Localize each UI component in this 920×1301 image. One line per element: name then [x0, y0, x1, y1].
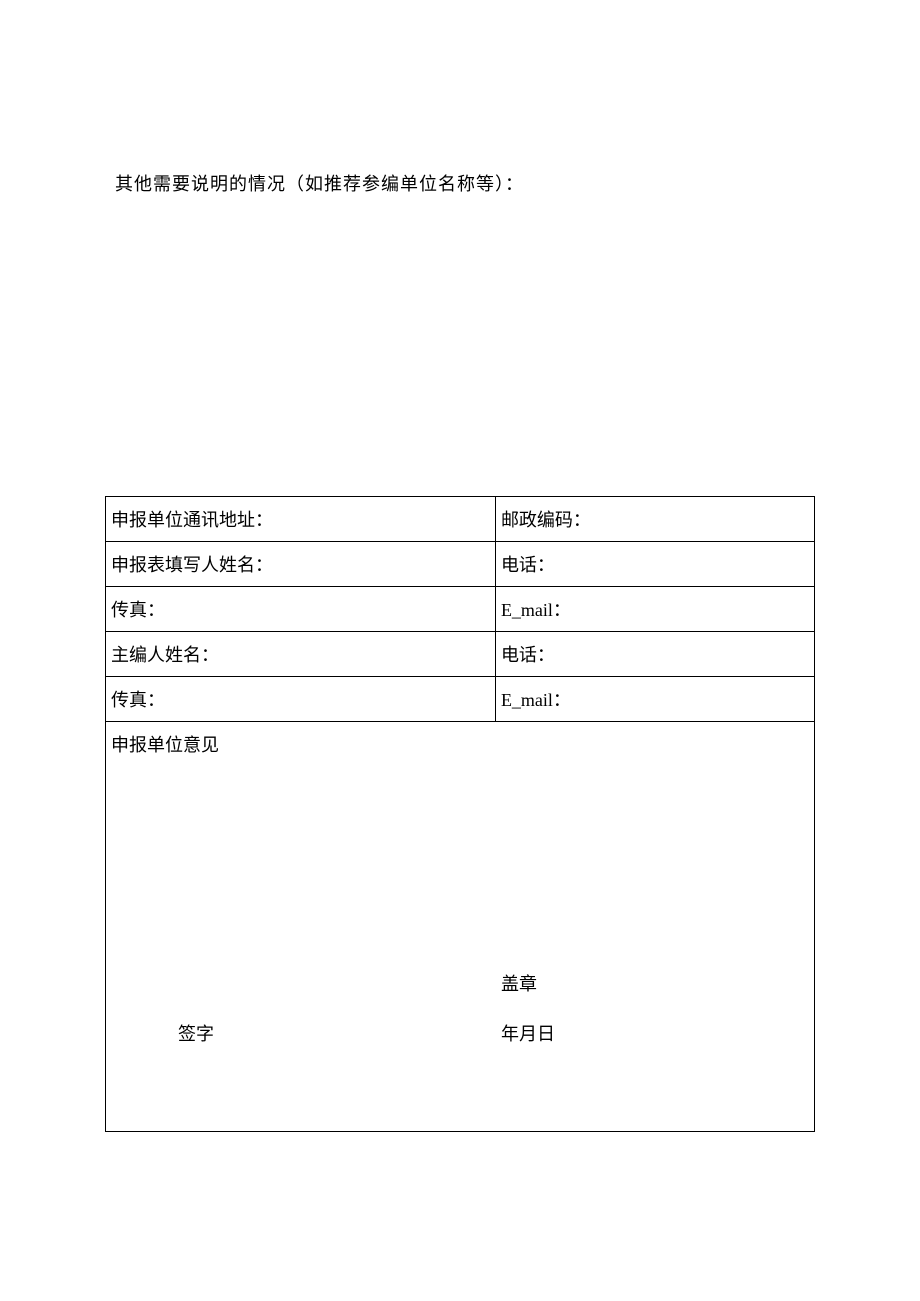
opinion-label: 申报单位意见: [111, 731, 219, 757]
table-row: 申报单位通讯地址： 邮政编码：: [106, 497, 815, 542]
form-table: 申报单位通讯地址： 邮政编码： 申报表填写人姓名： 电话： 传真： E_mail…: [105, 496, 815, 1132]
email-label-2: E_mail：: [495, 677, 814, 722]
address-label: 申报单位通讯地址：: [106, 497, 496, 542]
email-label-1: E_mail：: [495, 587, 814, 632]
postcode-label: 邮政编码：: [495, 497, 814, 542]
table-row: 传真： E_mail：: [106, 677, 815, 722]
table-row: 申报表填写人姓名： 电话：: [106, 542, 815, 587]
phone-label-2: 电话：: [495, 632, 814, 677]
fax-label-2: 传真：: [106, 677, 496, 722]
stamp-text: 盖章: [501, 970, 537, 996]
sign-text: 签字: [178, 1020, 214, 1046]
filler-name-label: 申报表填写人姓名：: [106, 542, 496, 587]
opinion-cell: 申报单位意见 盖章 签字 年月日: [106, 722, 815, 1132]
table-row: 传真： E_mail：: [106, 587, 815, 632]
phone-label-1: 电话：: [495, 542, 814, 587]
fax-label-1: 传真：: [106, 587, 496, 632]
intro-text: 其他需要说明的情况（如推荐参编单位名称等）：: [105, 170, 815, 196]
editor-name-label: 主编人姓名：: [106, 632, 496, 677]
date-text: 年月日: [501, 1020, 555, 1046]
table-row: 主编人姓名： 电话：: [106, 632, 815, 677]
table-row: 申报单位意见 盖章 签字 年月日: [106, 722, 815, 1132]
